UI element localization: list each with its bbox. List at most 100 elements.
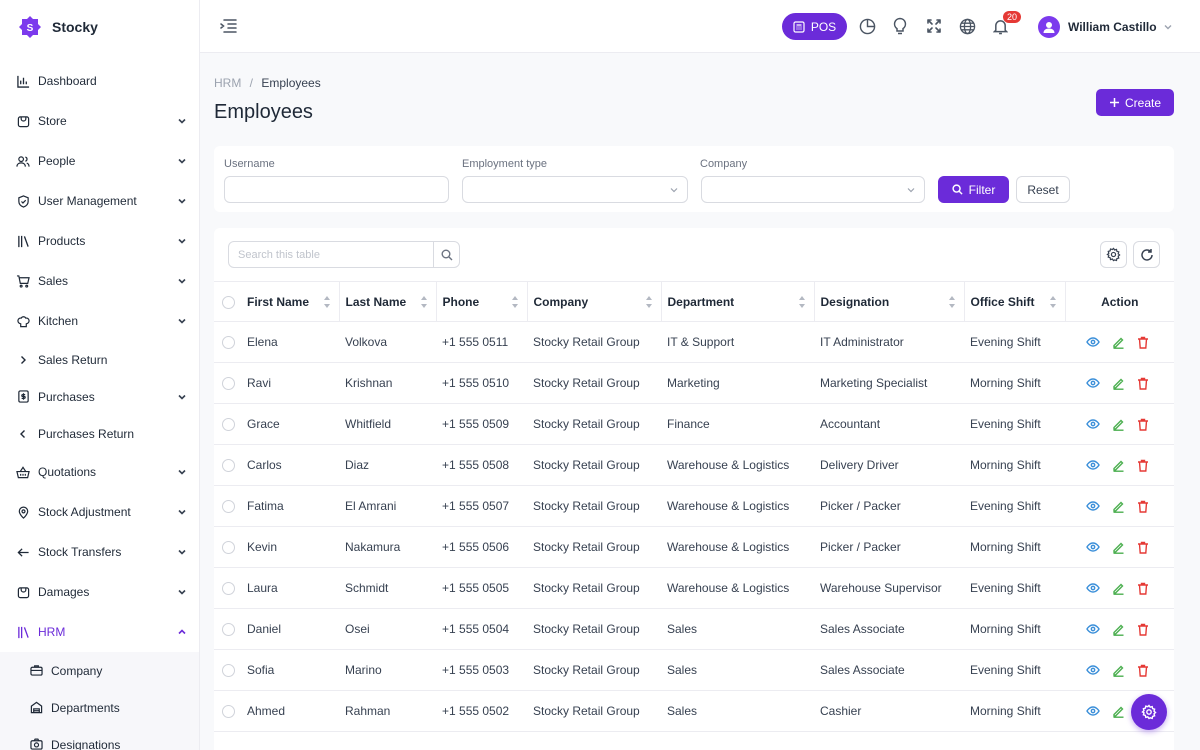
select-all-checkbox[interactable] (222, 295, 235, 309)
delete-icon[interactable] (1135, 662, 1151, 678)
chevron-down-icon (669, 185, 679, 195)
delete-icon[interactable] (1135, 375, 1151, 391)
view-icon[interactable] (1085, 334, 1101, 350)
row-checkbox[interactable] (222, 541, 235, 555)
edit-icon[interactable] (1110, 416, 1126, 432)
brand[interactable]: S Stocky (0, 0, 199, 53)
reset-button[interactable]: Reset (1016, 176, 1070, 203)
row-checkbox[interactable] (222, 582, 235, 596)
edit-icon[interactable] (1110, 498, 1126, 514)
table-row: Fatima El Amrani +1 555 0507 Stocky Retail … (214, 485, 1174, 527)
designation-cell: Sales Associate (814, 608, 964, 650)
column-designation[interactable]: Designation (814, 281, 965, 322)
refresh-button[interactable] (1133, 241, 1160, 268)
row-checkbox[interactable] (222, 623, 235, 637)
column-phone[interactable]: Phone (436, 281, 528, 322)
table-row: Laura Schmidt +1 555 0505 Stocky Retail Gro… (214, 567, 1174, 609)
delete-icon[interactable] (1135, 416, 1151, 432)
sidebar-item-stock-adjustment[interactable]: Stock Adjustment (0, 492, 199, 532)
edit-icon[interactable] (1110, 457, 1126, 473)
create-button[interactable]: Create (1096, 89, 1174, 116)
store-icon (16, 114, 30, 128)
sidebar-item-purchases[interactable]: Purchases (0, 378, 199, 415)
view-icon[interactable] (1085, 498, 1101, 514)
sidebar-item-user-management[interactable]: User Management (0, 181, 199, 221)
username-input[interactable] (224, 176, 449, 203)
row-checkbox[interactable] (222, 418, 235, 432)
column-first-name[interactable]: First Name (241, 281, 340, 322)
sidebar-item-sales-return[interactable]: Sales Return (0, 341, 199, 378)
row-checkbox[interactable] (222, 459, 235, 473)
first-name-cell: Sofia (241, 649, 339, 691)
table-settings-button[interactable] (1100, 241, 1127, 268)
chevron-down-icon (177, 236, 187, 246)
sidebar-item-people[interactable]: People (0, 141, 199, 181)
table-header-row: First Name Last Name Phone Company Depar… (214, 281, 1174, 322)
sidebar-subitem-departments[interactable]: Departments (0, 689, 199, 726)
sidebar-subitem-company[interactable]: Company (0, 652, 199, 689)
first-name-cell: Daniel (241, 608, 339, 650)
sidebar-item-quotations[interactable]: Quotations (0, 452, 199, 492)
edit-icon[interactable] (1110, 375, 1126, 391)
view-icon[interactable] (1085, 580, 1101, 596)
delete-icon[interactable] (1135, 334, 1151, 350)
delete-icon[interactable] (1135, 498, 1151, 514)
sidebar-subitem-designations[interactable]: Designations (0, 726, 199, 750)
view-icon[interactable] (1085, 375, 1101, 391)
edit-icon[interactable] (1110, 621, 1126, 637)
view-icon[interactable] (1085, 703, 1101, 719)
table-search-input[interactable] (229, 242, 433, 267)
column-company[interactable]: Company (527, 281, 662, 322)
sidebar-item-store[interactable]: Store (0, 101, 199, 141)
view-icon[interactable] (1085, 416, 1101, 432)
sidebar-item-hrm[interactable]: HRM (0, 612, 199, 652)
row-checkbox[interactable] (222, 500, 235, 514)
filter-button[interactable]: Filter (938, 176, 1009, 203)
sidebar-item-dashboard[interactable]: Dashboard (0, 61, 199, 101)
row-checkbox[interactable] (222, 377, 235, 391)
fullscreen-icon[interactable] (925, 17, 943, 35)
company-select[interactable] (701, 176, 925, 203)
column-office-shift[interactable]: Office Shift (964, 281, 1066, 322)
sidebar-item-damages[interactable]: Damages (0, 572, 199, 612)
breadcrumb-parent[interactable]: HRM (214, 76, 241, 90)
column-last-name[interactable]: Last Name (339, 281, 437, 322)
row-select-cell (214, 362, 241, 404)
user-menu[interactable]: William Castillo (1038, 14, 1173, 40)
edit-icon[interactable] (1110, 334, 1126, 350)
delete-icon[interactable] (1135, 580, 1151, 596)
row-checkbox[interactable] (222, 705, 235, 719)
company-cell: Stocky Retail Group (527, 403, 661, 445)
sort-icon (323, 295, 331, 309)
edit-icon[interactable] (1110, 539, 1126, 555)
view-icon[interactable] (1085, 457, 1101, 473)
edit-icon[interactable] (1110, 703, 1126, 719)
pie-chart-icon[interactable] (858, 17, 876, 35)
edit-icon[interactable] (1110, 580, 1126, 596)
edit-icon[interactable] (1110, 662, 1126, 678)
sidebar-item-kitchen[interactable]: Kitchen (0, 301, 199, 341)
globe-icon[interactable] (958, 17, 976, 35)
view-icon[interactable] (1085, 539, 1101, 555)
lightbulb-icon[interactable] (891, 17, 909, 35)
view-icon[interactable] (1085, 662, 1101, 678)
sidebar-item-products[interactable]: Products (0, 221, 199, 261)
search-icon[interactable] (433, 242, 459, 267)
settings-fab[interactable] (1131, 694, 1167, 730)
menu-toggle-icon[interactable] (220, 18, 238, 34)
delete-icon[interactable] (1135, 457, 1151, 473)
sidebar-item-label: Sales (38, 274, 69, 288)
office-shift-cell: Evening Shift (964, 403, 1065, 445)
sidebar-item-purchases-return[interactable]: Purchases Return (0, 415, 199, 452)
sidebar-item-stock-transfers[interactable]: Stock Transfers (0, 532, 199, 572)
delete-icon[interactable] (1135, 539, 1151, 555)
employment-type-select[interactable] (462, 176, 688, 203)
row-checkbox[interactable] (222, 664, 235, 678)
row-checkbox[interactable] (222, 336, 235, 350)
column-department[interactable]: Department (661, 281, 815, 322)
chevron-left-icon (16, 427, 30, 441)
pos-button[interactable]: POS (782, 13, 847, 40)
view-icon[interactable] (1085, 621, 1101, 637)
delete-icon[interactable] (1135, 621, 1151, 637)
sidebar-item-sales[interactable]: Sales (0, 261, 199, 301)
